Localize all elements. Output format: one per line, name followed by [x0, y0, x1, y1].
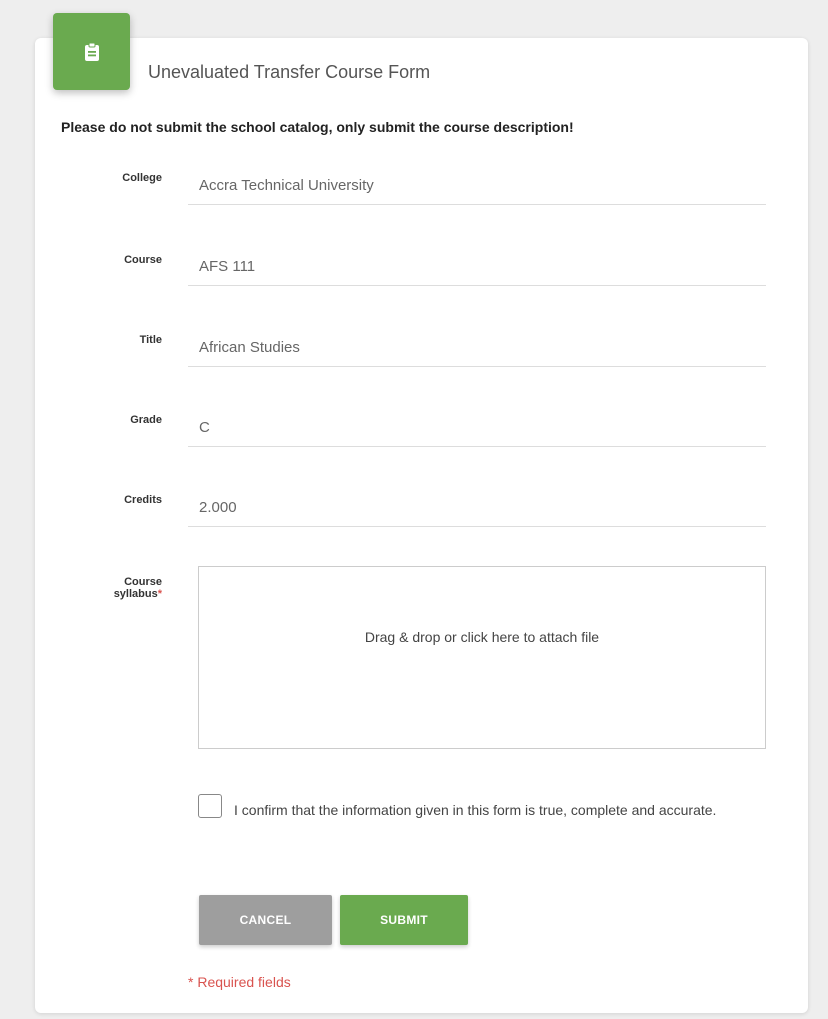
clipboard-icon	[84, 42, 99, 61]
submit-button[interactable]: SUBMIT	[340, 895, 468, 945]
grade-underline	[188, 446, 766, 447]
grade-field[interactable]: C	[199, 419, 210, 436]
title-field[interactable]: African Studies	[199, 339, 300, 356]
title-underline	[188, 366, 766, 367]
college-underline	[188, 204, 766, 205]
credits-field[interactable]: 2.000	[199, 499, 237, 516]
cancel-button[interactable]: CANCEL	[199, 895, 332, 945]
syllabus-label-line1: Course	[124, 576, 162, 588]
syllabus-label-text: syllabus	[113, 588, 158, 600]
confirm-text: I confirm that the information given in …	[234, 802, 717, 818]
syllabus-dropzone[interactable]: Drag & drop or click here to attach file	[198, 566, 766, 749]
required-asterisk: *	[157, 588, 162, 600]
syllabus-label: Course syllabus*	[82, 576, 162, 600]
page-title: Unevaluated Transfer Course Form	[148, 62, 431, 82]
confirm-checkbox[interactable]	[198, 794, 222, 818]
form-header-badge	[53, 13, 130, 90]
title-label: Title	[139, 334, 162, 346]
college-field[interactable]: Accra Technical University	[199, 177, 374, 194]
dropzone-text: Drag & drop or click here to attach file	[364, 629, 600, 645]
grade-label: Grade	[130, 414, 162, 426]
course-field[interactable]: AFS 111	[199, 258, 255, 275]
college-label: College	[122, 172, 162, 184]
form-notice: Please do not submit the school catalog,…	[61, 119, 574, 135]
course-underline	[188, 285, 766, 286]
course-label: Course	[124, 254, 162, 266]
required-fields-note: * Required fields	[188, 974, 291, 990]
credits-underline	[188, 526, 766, 527]
syllabus-label-line2: syllabus*	[82, 588, 162, 600]
credits-label: Credits	[124, 494, 162, 506]
